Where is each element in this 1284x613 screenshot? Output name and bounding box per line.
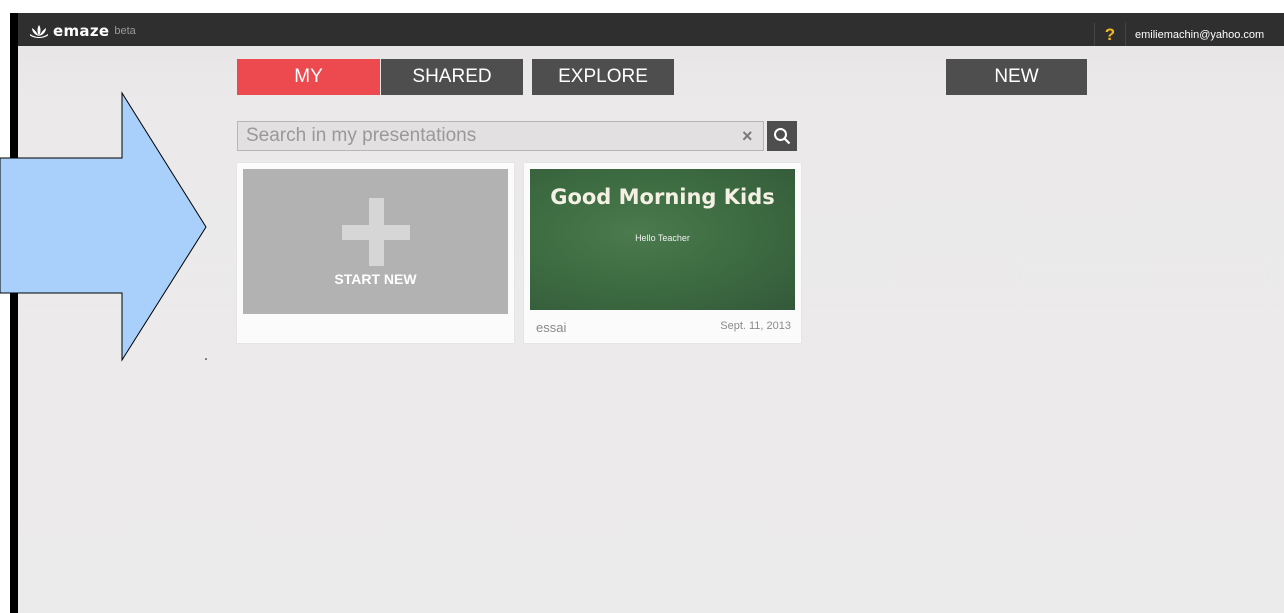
emaze-logo[interactable]: emaze beta xyxy=(30,23,136,39)
plus-icon-vertical xyxy=(369,198,384,266)
thumbnail-subtitle: Hello Teacher xyxy=(635,233,690,243)
tab-shared[interactable]: SHARED xyxy=(381,59,523,95)
search-box: × xyxy=(237,121,764,151)
tab-my[interactable]: MY xyxy=(237,59,380,95)
help-button[interactable]: ? xyxy=(1094,23,1126,46)
beta-label: beta xyxy=(114,25,136,37)
start-new-label: START NEW xyxy=(334,271,417,287)
clear-search-icon[interactable]: × xyxy=(742,126,753,146)
presentation-date: Sept. 11, 2013 xyxy=(720,320,791,332)
search-icon xyxy=(774,128,791,145)
tab-explore[interactable]: EXPLORE xyxy=(532,59,674,95)
lotus-logo-icon xyxy=(30,25,48,38)
new-button[interactable]: NEW xyxy=(946,59,1087,95)
presentation-thumbnail[interactable]: Good Morning Kids Hello Teacher xyxy=(530,169,795,310)
logo-text: emaze xyxy=(53,22,110,40)
search-button[interactable] xyxy=(767,121,797,151)
thumbnail-title: Good Morning Kids xyxy=(550,185,775,209)
search-input[interactable] xyxy=(238,122,728,150)
start-new-card[interactable]: START NEW xyxy=(237,163,514,343)
annotation-arrow xyxy=(0,91,207,362)
presentation-card[interactable]: Good Morning Kids Hello Teacher essai Se… xyxy=(524,163,801,343)
presentation-name[interactable]: essai xyxy=(536,320,566,335)
start-new-tile[interactable]: START NEW xyxy=(243,169,508,314)
user-email-link[interactable]: emiliemachin@yahoo.com xyxy=(1135,25,1264,45)
top-bar: emaze beta ? emiliemachin@yahoo.com xyxy=(18,13,1284,46)
